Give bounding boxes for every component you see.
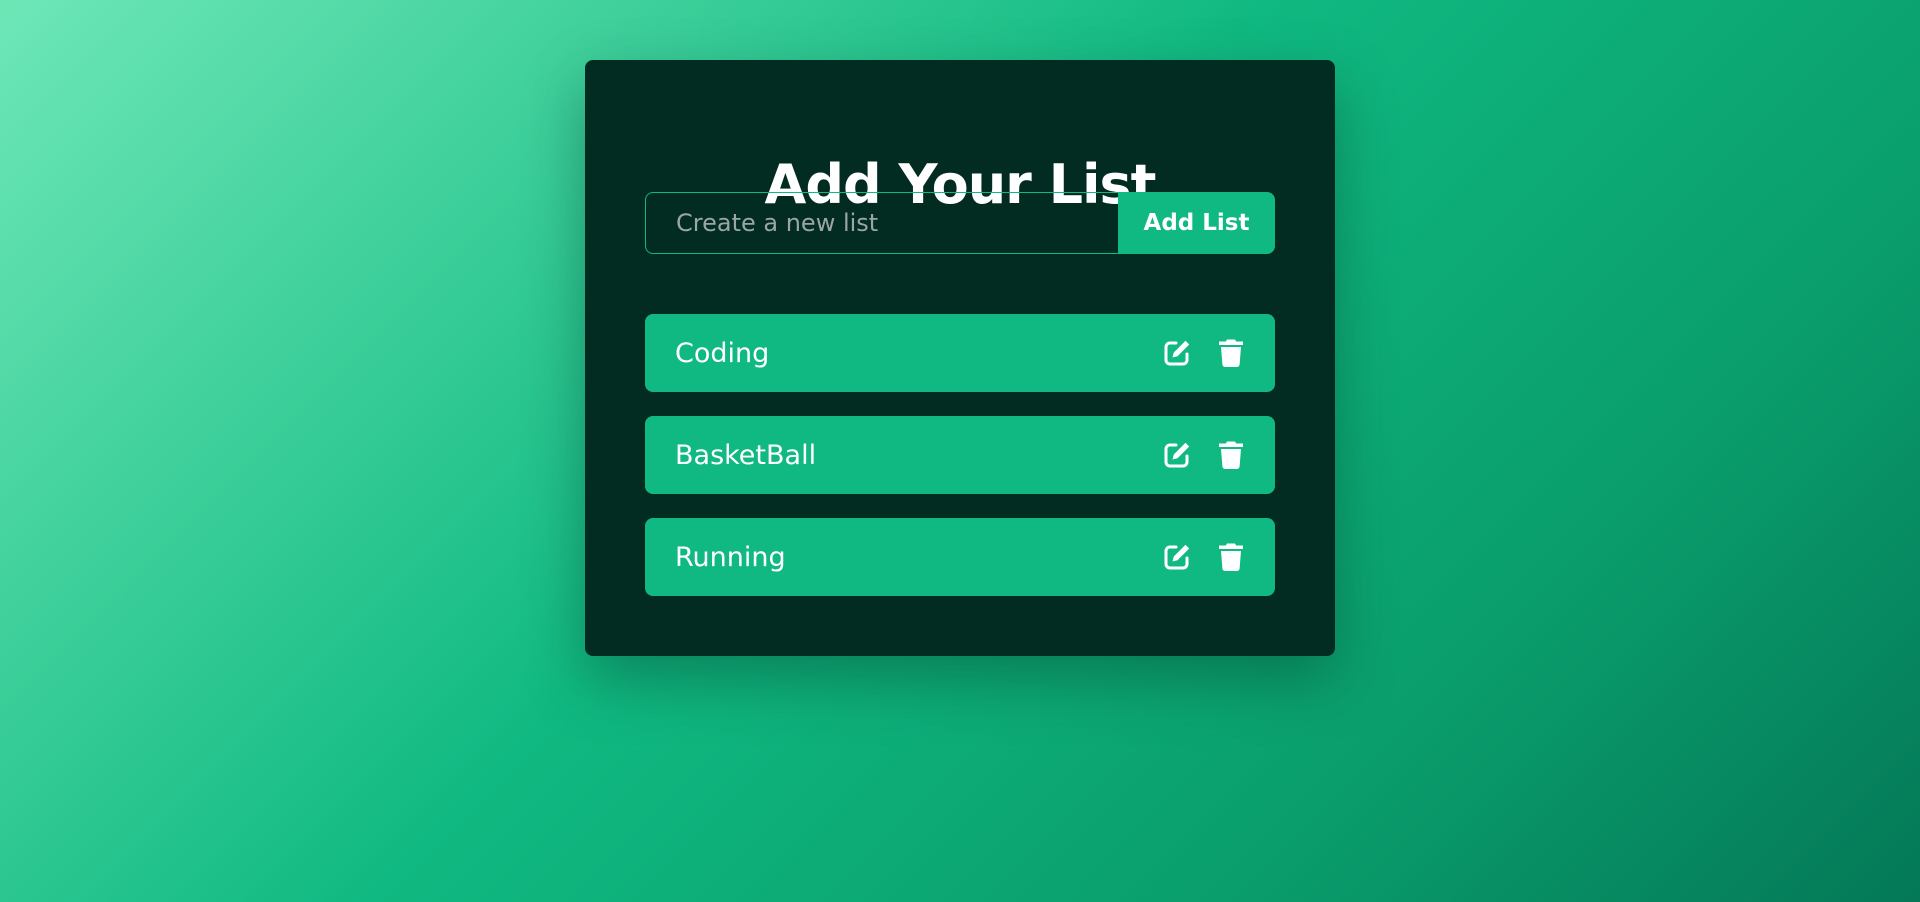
trash-icon[interactable] — [1215, 541, 1247, 573]
list-item: Running — [645, 518, 1275, 596]
list-item-actions — [1161, 439, 1247, 471]
list-item: BasketBall — [645, 416, 1275, 494]
list-item-label: Coding — [675, 337, 770, 369]
new-list-input[interactable] — [645, 192, 1118, 254]
list-item-actions — [1161, 337, 1247, 369]
list-card: Add Your List Add List Coding — [585, 60, 1335, 656]
list-item-label: BasketBall — [675, 439, 817, 471]
add-list-form: Add List — [645, 192, 1275, 254]
list-item-label: Running — [675, 541, 786, 573]
edit-icon[interactable] — [1161, 541, 1193, 573]
edit-icon[interactable] — [1161, 439, 1193, 471]
edit-icon[interactable] — [1161, 337, 1193, 369]
add-list-button[interactable]: Add List — [1118, 192, 1275, 254]
trash-icon[interactable] — [1215, 337, 1247, 369]
trash-icon[interactable] — [1215, 439, 1247, 471]
list-items: Coding BasketBall Running — [645, 314, 1275, 620]
list-item-actions — [1161, 541, 1247, 573]
list-item: Coding — [645, 314, 1275, 392]
